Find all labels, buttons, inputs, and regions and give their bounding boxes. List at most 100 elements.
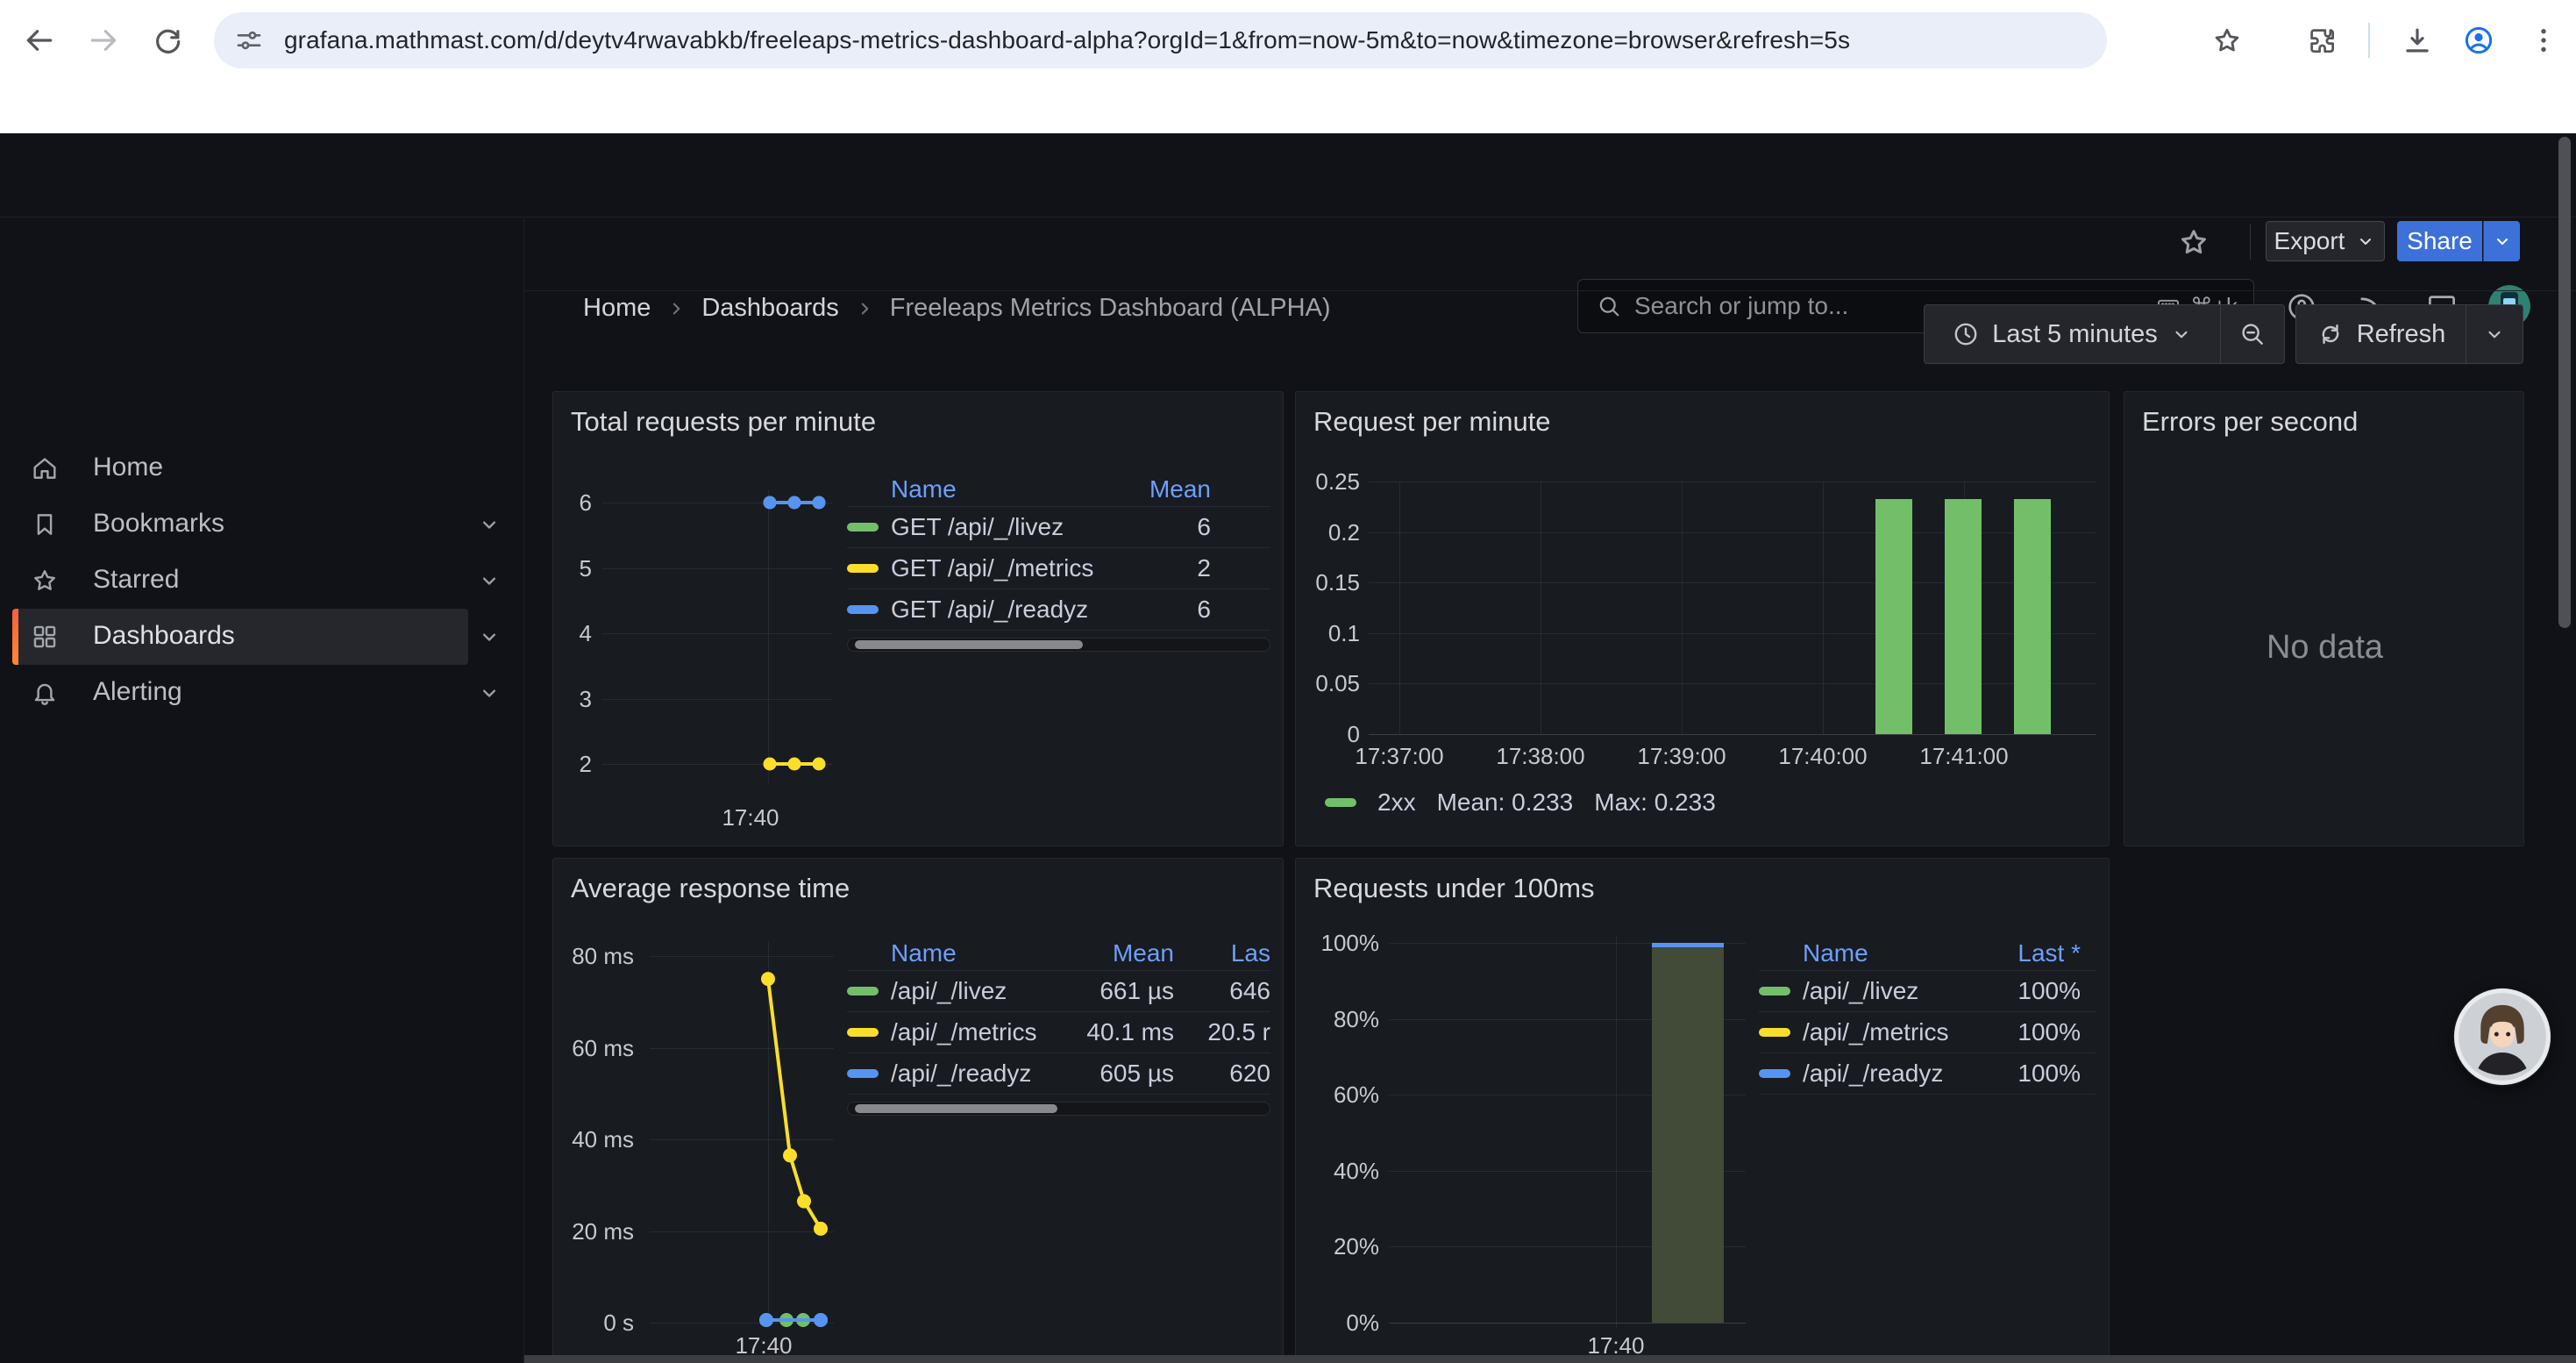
legend-2xx[interactable]: 2xx Mean: 0.233 Max: 0.233 (1325, 789, 1716, 817)
legend-table: NameLast */api/_/livez100%/api/_/metrics… (1759, 936, 2096, 1095)
browser-menu-icon[interactable] (2524, 21, 2563, 60)
series-swatch (1759, 987, 1790, 995)
legend-series-name[interactable]: /api/_/readyz (891, 1060, 1060, 1088)
legend-header-value[interactable]: Mean (1060, 939, 1174, 967)
chevron-down-icon (2483, 323, 2506, 346)
favorite-star-icon[interactable] (2176, 225, 2211, 260)
series-mean: Mean: 0.233 (1437, 789, 1574, 817)
legend-series-name[interactable]: /api/_/livez (891, 977, 1060, 1005)
x-axis-tick-label: 17:40:00 (1761, 743, 1884, 770)
profile-icon[interactable] (2459, 21, 2498, 60)
legend-row: GET /api/_/metrics2 (847, 548, 1270, 589)
floating-assistant-avatar[interactable] (2452, 987, 2552, 1087)
legend-header-value[interactable]: Last * (1975, 939, 2081, 967)
series-max: Max: 0.233 (1594, 789, 1716, 817)
x-axis-tick-label: 17:39:00 (1620, 743, 1743, 770)
refresh-button[interactable]: Refresh (2296, 305, 2466, 363)
chevron-right-icon (665, 297, 687, 320)
y-axis-tick-label: 0.1 (1296, 620, 1360, 647)
bookmarks-bar: Freeleaps收藏博客 (0, 81, 2576, 133)
url-bar[interactable]: grafana.mathmast.com/d/deytv4rwavabkb/fr… (214, 12, 2107, 68)
legend-header-value[interactable]: Las (1181, 939, 1270, 967)
legend-scrollbar[interactable] (847, 1102, 1270, 1116)
bar-under-100ms (1652, 943, 1724, 1323)
legend-scrollbar[interactable] (847, 638, 1270, 652)
bookmark-star-icon[interactable] (2208, 21, 2246, 60)
search-icon (1596, 293, 1622, 319)
panel-average-response-time: Average response time 80 ms60 ms40 ms20 … (552, 858, 1284, 1363)
share-menu-button[interactable] (2483, 221, 2520, 261)
breadcrumb: HomeDashboardsFreeleaps Metrics Dashboar… (583, 267, 1331, 350)
panel-requests-under-100ms: Requests under 100ms 100%80%60%40%20%0%1… (1295, 858, 2110, 1363)
legend-row: GET /api/_/livez6 (847, 507, 1270, 548)
series-swatch (847, 564, 879, 573)
legend-series-name[interactable]: /api/_/metrics (1803, 1018, 1975, 1046)
legend-series-name[interactable]: GET /api/_/metrics (891, 554, 1106, 582)
share-button[interactable]: Share (2397, 221, 2482, 261)
browser-toolbar: grafana.mathmast.com/d/deytv4rwavabkb/fr… (0, 0, 2576, 81)
panel-title[interactable]: Errors per second (2142, 406, 2358, 438)
site-info-icon[interactable] (233, 25, 265, 56)
vertical-scrollbar-thumb[interactable] (2558, 137, 2571, 628)
gridline-vertical (1399, 482, 1400, 734)
legend-series-value: 20.5 r (1181, 1018, 1270, 1046)
active-accent-bar (12, 609, 18, 665)
chevron-down-icon[interactable] (477, 681, 502, 705)
chevron-down-icon[interactable] (477, 512, 502, 537)
zoom-out-button[interactable] (2221, 305, 2284, 363)
sidebar-item-starred[interactable]: Starred (0, 553, 523, 609)
sidebar-item-dashboards[interactable]: Dashboards (0, 609, 523, 665)
legend-table: NameMeanLas/api/_/livez661 µs646/api/_/m… (847, 936, 1270, 1116)
legend-row: /api/_/metrics40.1 ms20.5 r (847, 1012, 1270, 1053)
y-axis-tick-label: 80% (1296, 1006, 1379, 1033)
legend-header-row: NameMean (847, 472, 1270, 507)
legend-header-value[interactable]: Mean (1106, 475, 1211, 503)
sidebar-item-home[interactable]: Home (0, 440, 523, 496)
y-axis-tick-label: 40% (1296, 1158, 1379, 1185)
legend-header-name[interactable]: Name (1803, 939, 1975, 967)
legend-row: /api/_/readyz100% (1759, 1053, 2096, 1095)
series-swatch (847, 1028, 879, 1037)
legend-scrollbar-thumb[interactable] (855, 640, 1083, 649)
sidebar-item-label: Home (93, 453, 163, 482)
reload-icon[interactable] (148, 21, 187, 60)
sidebar-item-label: Alerting (93, 677, 182, 707)
sidebar-item-alerting[interactable]: Alerting (0, 665, 523, 721)
legend-series-name[interactable]: /api/_/livez (1803, 977, 1975, 1005)
sync-icon (2316, 320, 2345, 348)
sidebar-item-label: Dashboards (93, 621, 235, 651)
chevron-down-icon (2492, 231, 2513, 252)
horizontal-scrollbar[interactable] (524, 1355, 2576, 1363)
gridline-horizontal (1369, 683, 2096, 684)
download-icon[interactable] (2398, 21, 2437, 60)
sidebar-item-bookmarks[interactable]: Bookmarks (0, 496, 523, 553)
legend-series-name[interactable]: GET /api/_/readyz (891, 596, 1106, 624)
gridline-horizontal (1369, 734, 2096, 735)
y-axis-tick-label: 60% (1296, 1081, 1379, 1109)
legend-header-name[interactable]: Name (891, 939, 1060, 967)
legend-series-name[interactable]: /api/_/metrics (891, 1018, 1060, 1046)
legend-table: NameMeanGET /api/_/livez6GET /api/_/metr… (847, 472, 1270, 652)
legend-header-name[interactable]: Name (891, 475, 1106, 503)
y-axis-tick-label: 0.05 (1296, 670, 1360, 697)
time-range-picker[interactable]: Last 5 minutes (1925, 305, 2220, 363)
sidebar-item-label: Starred (93, 565, 179, 595)
legend-series-name[interactable]: GET /api/_/livez (891, 513, 1106, 541)
refresh-interval-button[interactable] (2466, 305, 2523, 363)
chevron-down-icon[interactable] (477, 624, 502, 649)
series-swatch (1325, 798, 1356, 807)
legend-series-name[interactable]: /api/_/readyz (1803, 1060, 1975, 1088)
legend-series-value: 40.1 ms (1060, 1018, 1174, 1046)
forward-icon[interactable] (84, 21, 123, 60)
back-icon[interactable] (20, 21, 59, 60)
gridline-horizontal (1369, 582, 2096, 583)
breadcrumb-link[interactable]: Home (583, 294, 651, 323)
export-button[interactable]: Export (2266, 221, 2385, 261)
breadcrumb-link[interactable]: Dashboards (701, 294, 838, 323)
chevron-down-icon[interactable] (477, 568, 502, 593)
bookmark-icon (30, 510, 60, 539)
refresh-controls: Refresh (2295, 304, 2523, 364)
legend-header-row: NameLast * (1759, 936, 2096, 971)
extensions-icon[interactable] (2302, 21, 2341, 60)
legend-scrollbar-thumb[interactable] (855, 1104, 1057, 1113)
